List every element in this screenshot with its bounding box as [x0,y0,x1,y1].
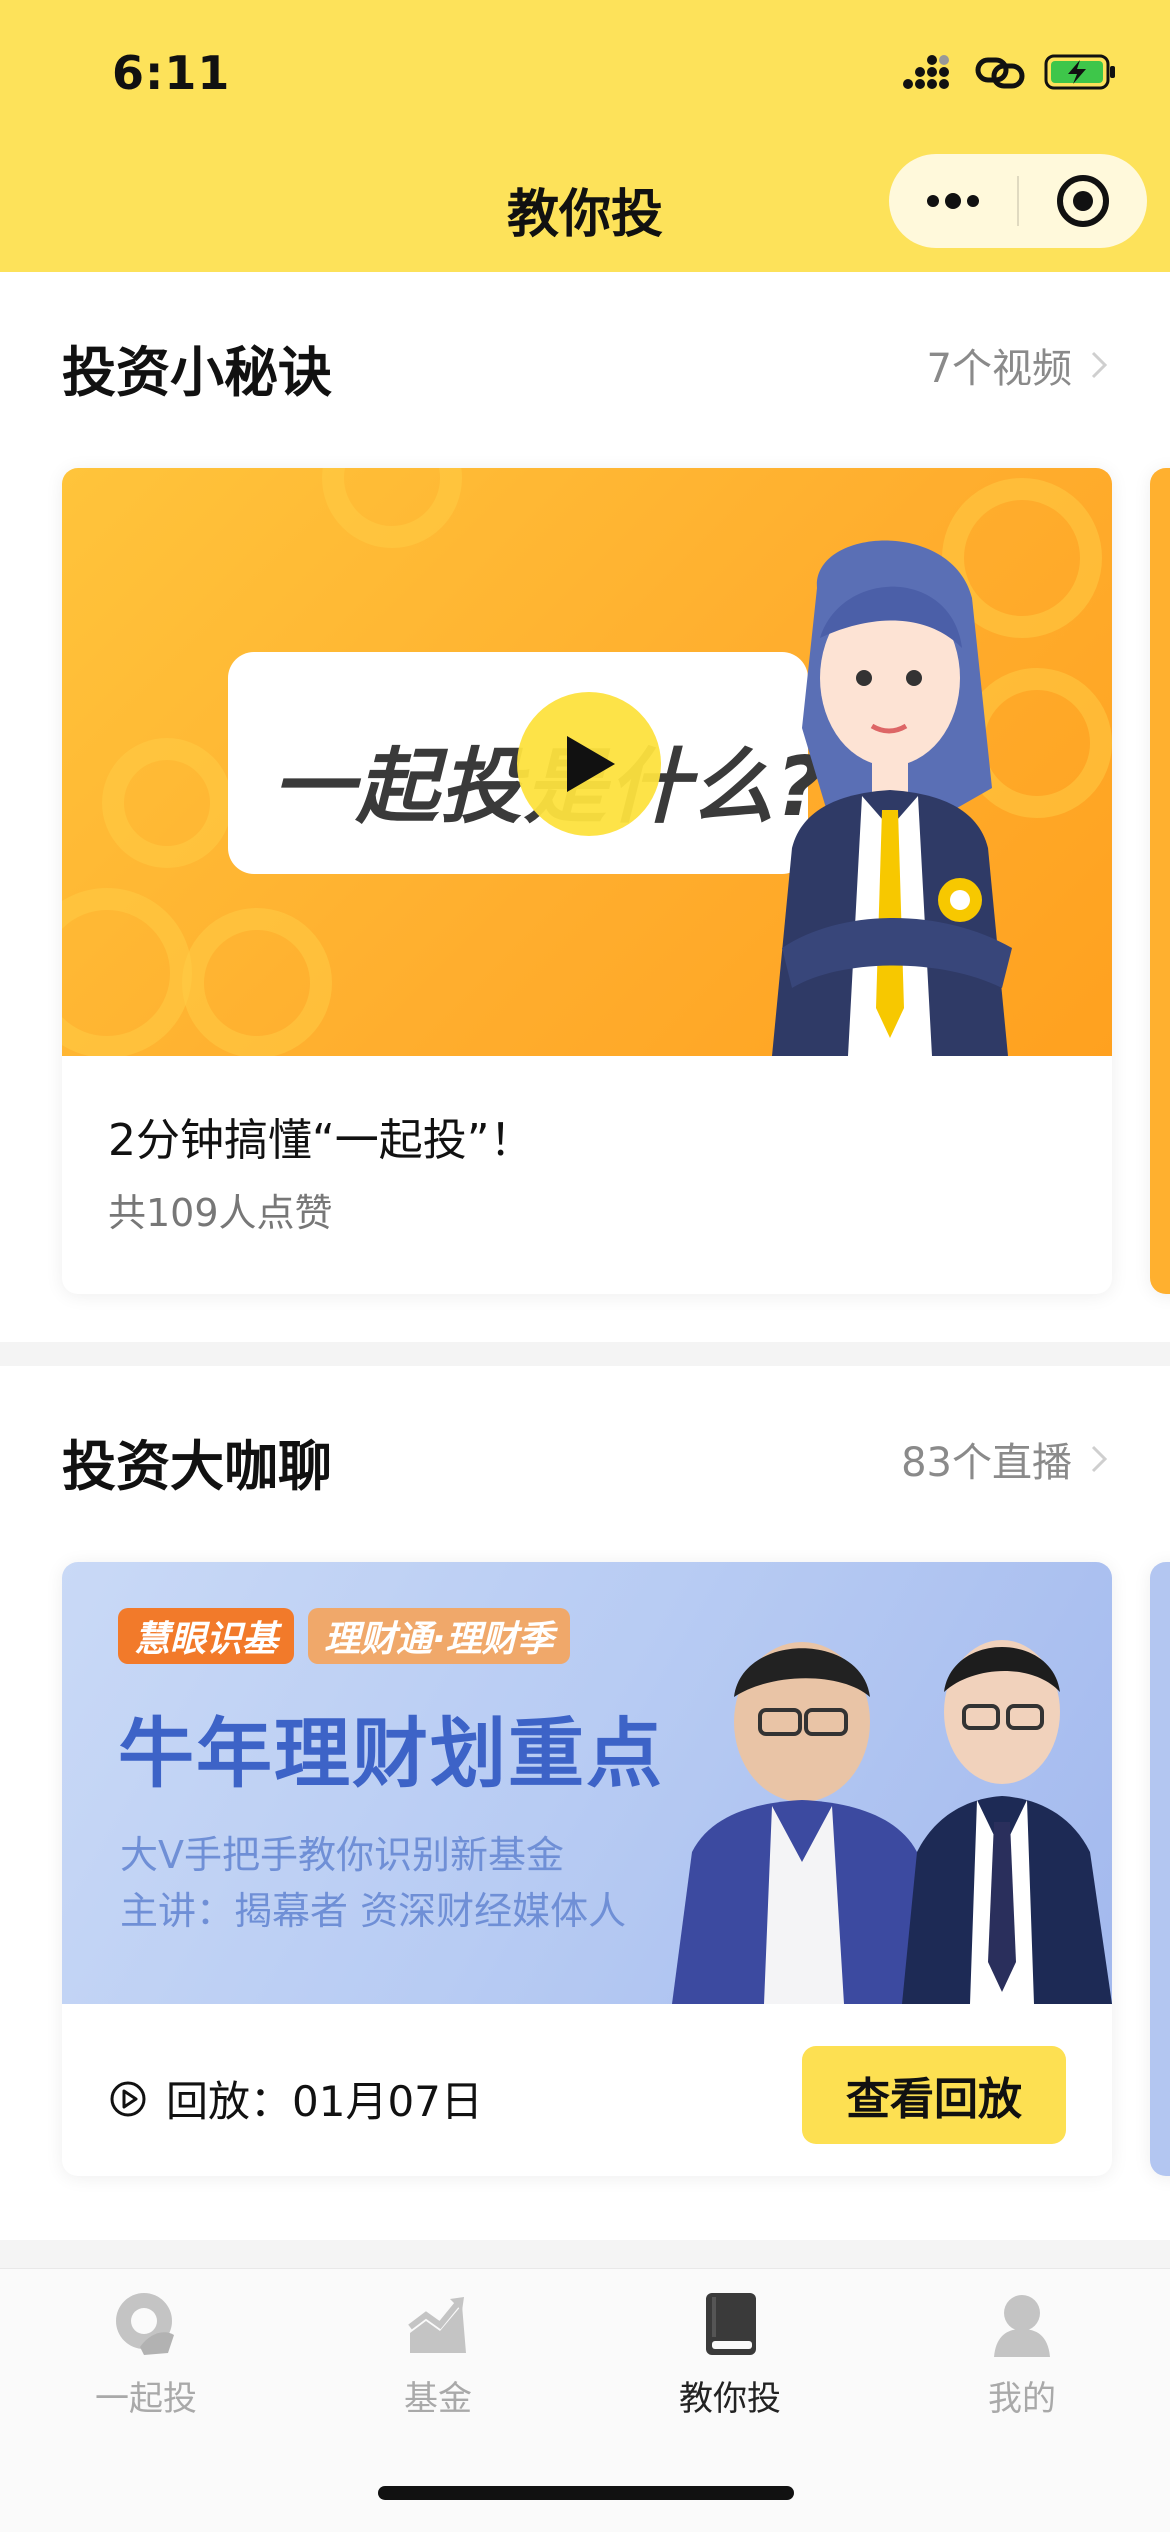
coin-pattern [322,468,462,548]
coin-pattern [182,908,332,1056]
chevron-right-icon [1091,1445,1108,1473]
replay-info: 回放：01月07日 [108,2068,483,2129]
replay-date: 回放：01月07日 [166,2077,483,2126]
mini-program-capsule [889,154,1147,248]
view-replay-button[interactable]: 查看回放 [802,2046,1066,2144]
more-button[interactable] [889,154,1017,248]
target-close-icon [1057,175,1109,227]
live-thumbnail[interactable]: 慧眼识基 理财通·理财季 牛年理财划重点 大V手把手教你识别新基金 主讲：揭幕者… [62,1562,1112,2004]
tab-label: 教你投 [679,2379,781,2419]
section-tips-count: 7个视频 [926,346,1072,392]
video-likes: 共109人点赞 [108,1191,333,1235]
video-thumbnail[interactable]: 一起投是什么? [62,468,1112,1056]
header: 6:11 教你投 [0,0,1170,272]
battery-icon [1044,54,1115,90]
video-title: 2分钟搞懂“一起投”！ [108,1115,534,1166]
home-indicator [378,2486,794,2500]
play-button[interactable] [517,692,661,836]
signal-icon [903,55,949,89]
tab-mine[interactable]: 我的 [876,2289,1168,2439]
more-dots-icon [927,193,979,209]
live-card[interactable]: 慧眼识基 理财通·理财季 牛年理财划重点 大V手把手教你识别新基金 主讲：揭幕者… [62,1562,1112,2176]
live-subline-1: 大V手把手教你识别新基金 [120,1833,564,1877]
play-icon [567,736,615,792]
next-video-card-peek[interactable] [1150,468,1170,1294]
live-subline-2: 主讲：揭幕者 资深财经媒体人 [120,1889,627,1933]
tab-label: 一起投 [95,2379,197,2419]
coin-pattern [102,738,232,868]
tab-label: 基金 [404,2379,472,2419]
tag-huiyan: 慧眼识基 [118,1608,295,1664]
play-circle-icon [110,2081,146,2116]
section-live: 投资大咖聊 83个直播 慧眼识基 理财通·理财季 牛年理财划重点 大V手把手教你… [0,1366,1170,2240]
section-tips: 投资小秘诀 7个视频 一起投是什么? [0,272,1170,1342]
tag-licaitong: 理财通·理财季 [308,1608,570,1664]
status-time: 6:11 [112,46,231,100]
chart-up-icon [408,2297,466,2353]
section-live-more[interactable]: 83个直播 [901,1430,1108,1488]
live-card-footer: 回放：01月07日 查看回放 [62,2004,1112,2176]
section-live-count: 83个直播 [901,1440,1072,1486]
live-headline: 牛年理财划重点 [118,1709,664,1798]
speakers-photo [672,1640,1112,2004]
coin-hand-icon [116,2293,174,2355]
book-icon [706,2293,756,2355]
tab-label: 我的 [988,2379,1056,2419]
user-icon [994,2295,1050,2357]
next-live-card-peek[interactable] [1150,1562,1170,2176]
coin-pattern [62,888,192,1056]
chevron-right-icon [1091,351,1108,379]
link-icon [975,57,1025,89]
section-tips-more[interactable]: 7个视频 [927,336,1108,394]
section-tips-title: 投资小秘诀 [62,341,332,404]
tab-teach[interactable]: 教你投 [584,2289,876,2439]
video-card[interactable]: 一起投是什么? 2分钟搞懂“一起投”！ 共109人点赞 [62,468,1112,1294]
close-button[interactable] [1019,154,1147,248]
tab-fund[interactable]: 基金 [292,2289,584,2439]
section-live-title: 投资大咖聊 [62,1435,332,1498]
presenter-illustration [772,540,1012,1056]
status-icons [902,52,1118,92]
tab-yiqitou[interactable]: 一起投 [0,2289,292,2439]
